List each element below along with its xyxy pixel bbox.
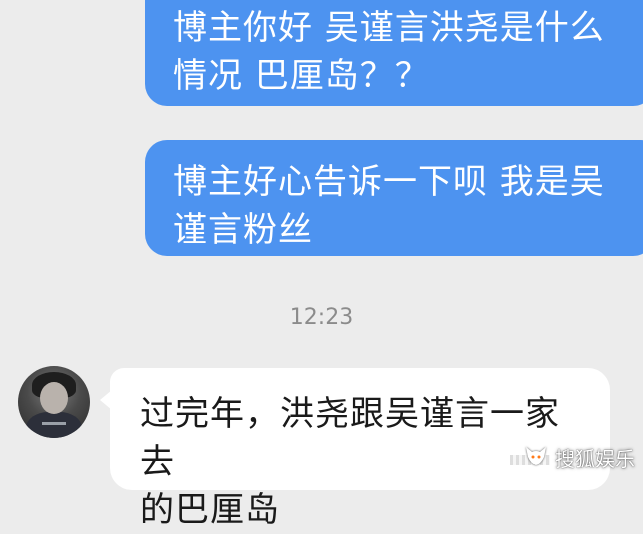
watermark-text: 搜狐娱乐 [555,447,635,471]
outgoing-message-bubble[interactable]: 博主你好 吴谨言洪尧是什么 情况 巴厘岛？？ [145,0,643,106]
watermark: 搜狐娱乐 [523,443,635,472]
outgoing-message-bubble[interactable]: 博主好心告诉一下呗 我是吴 谨言粉丝 [145,140,643,256]
message-text-line: 谨言粉丝 [173,210,313,250]
message-text-line: 的巴厘岛 [140,490,280,530]
sohu-fox-icon [523,443,549,472]
message-timestamp: 12:23 [289,305,354,330]
message-text-line: 博主好心告诉一下呗 我是吴 [173,162,605,202]
message-text-line: 情况 巴厘岛？？ [173,56,430,96]
contact-avatar[interactable] [18,366,90,438]
message-text-line: 博主你好 吴谨言洪尧是什么 [173,8,605,48]
